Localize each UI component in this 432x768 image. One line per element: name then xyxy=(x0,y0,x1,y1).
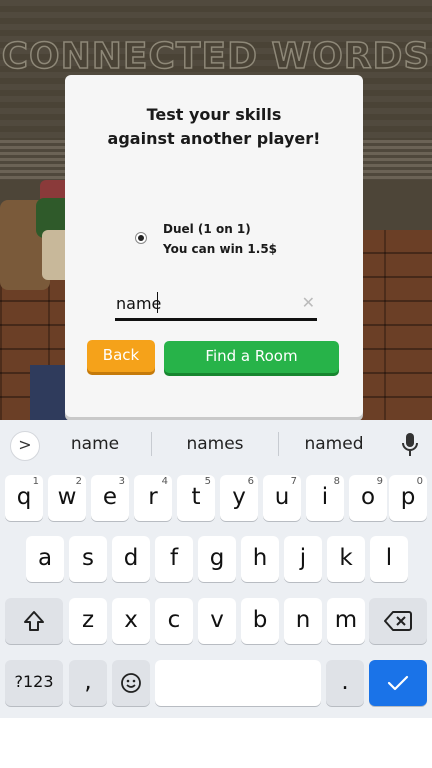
key-q[interactable]: q1 xyxy=(5,475,43,521)
key-v[interactable]: v xyxy=(198,598,236,644)
dialog-title-line-2: against another player! xyxy=(107,129,321,148)
key-q-hint: 1 xyxy=(32,476,39,487)
duel-dialog: Test your skills against another player!… xyxy=(65,75,363,417)
period-key[interactable]: . xyxy=(326,660,364,706)
microphone-icon[interactable] xyxy=(400,432,420,458)
key-e-label: e xyxy=(102,484,118,510)
name-field[interactable]: ✕ xyxy=(115,287,317,321)
suggestion-divider xyxy=(278,432,279,456)
key-r-label: r xyxy=(148,484,158,510)
key-t-hint: 5 xyxy=(204,476,211,487)
chevron-right-icon[interactable]: > xyxy=(10,431,40,461)
key-i[interactable]: i8 xyxy=(306,475,344,521)
emoji-icon xyxy=(121,673,141,693)
key-i-hint: 8 xyxy=(333,476,340,487)
suggestion-divider xyxy=(151,432,152,456)
keyboard: > name names named q1 w2 e3 r4 t5 y6 u7 … xyxy=(0,420,432,718)
checkmark-icon xyxy=(387,675,409,691)
key-q-label: q xyxy=(16,484,32,510)
dialog-title: Test your skills against another player! xyxy=(65,103,363,151)
text-caret xyxy=(157,292,158,313)
back-button[interactable]: Back xyxy=(87,340,155,372)
key-r[interactable]: r4 xyxy=(134,475,172,521)
backspace-icon xyxy=(384,611,412,631)
key-u-label: u xyxy=(274,484,290,510)
comma-key[interactable]: , xyxy=(69,660,107,706)
shift-icon xyxy=(24,611,44,631)
key-x[interactable]: x xyxy=(112,598,150,644)
key-j[interactable]: j xyxy=(284,536,322,582)
key-e[interactable]: e3 xyxy=(91,475,129,521)
name-input[interactable] xyxy=(116,291,296,315)
key-u-hint: 7 xyxy=(290,476,297,487)
suggestion-1[interactable]: name xyxy=(55,433,135,455)
key-l[interactable]: l xyxy=(370,536,408,582)
suggestion-strip: > name names named xyxy=(0,420,432,468)
key-k[interactable]: k xyxy=(327,536,365,582)
key-w-label: w xyxy=(57,484,77,510)
duel-option[interactable]: Duel (1 on 1) You can win 1.5$ xyxy=(135,219,345,259)
key-d[interactable]: d xyxy=(112,536,150,582)
key-y-label: y xyxy=(232,484,246,510)
key-f[interactable]: f xyxy=(155,536,193,582)
key-z[interactable]: z xyxy=(69,598,107,644)
key-g[interactable]: g xyxy=(198,536,236,582)
duel-option-title: Duel (1 on 1) xyxy=(163,222,251,236)
key-y[interactable]: y6 xyxy=(220,475,258,521)
key-o-hint: 9 xyxy=(376,476,383,487)
space-key[interactable] xyxy=(155,660,321,706)
key-c[interactable]: c xyxy=(155,598,193,644)
key-m[interactable]: m xyxy=(327,598,365,644)
key-w-hint: 2 xyxy=(75,476,82,487)
emoji-key[interactable] xyxy=(112,660,150,706)
suggestion-2[interactable]: names xyxy=(170,433,260,455)
key-p-label: p xyxy=(400,484,416,510)
find-room-button[interactable]: Find a Room xyxy=(164,341,339,373)
key-o-label: o xyxy=(360,484,376,510)
key-p-hint: 0 xyxy=(416,476,423,487)
game-title: CONNECTED WORDS xyxy=(1,35,431,78)
key-y-hint: 6 xyxy=(247,476,254,487)
symbols-key[interactable]: ?123 xyxy=(5,660,63,706)
key-s[interactable]: s xyxy=(69,536,107,582)
radio-selected-icon[interactable] xyxy=(135,232,147,244)
key-u[interactable]: u7 xyxy=(263,475,301,521)
character-legs xyxy=(30,365,70,420)
key-r-hint: 4 xyxy=(161,476,168,487)
key-n[interactable]: n xyxy=(284,598,322,644)
key-h[interactable]: h xyxy=(241,536,279,582)
dialog-title-line-1: Test your skills xyxy=(146,105,282,124)
duel-option-label: Duel (1 on 1) You can win 1.5$ xyxy=(163,219,277,259)
key-p[interactable]: p0 xyxy=(389,475,427,521)
backspace-key[interactable] xyxy=(369,598,427,644)
key-a[interactable]: a xyxy=(26,536,64,582)
close-icon[interactable]: ✕ xyxy=(302,293,315,313)
duel-option-prize: You can win 1.5$ xyxy=(163,242,278,256)
key-t[interactable]: t5 xyxy=(177,475,215,521)
key-o[interactable]: o9 xyxy=(349,475,387,521)
key-i-label: i xyxy=(321,484,329,510)
done-key[interactable] xyxy=(369,660,427,706)
key-t-label: t xyxy=(191,484,201,510)
key-e-hint: 3 xyxy=(118,476,125,487)
suggestion-3[interactable]: named xyxy=(294,433,374,455)
shift-key[interactable] xyxy=(5,598,63,644)
key-w[interactable]: w2 xyxy=(48,475,86,521)
character-sprite xyxy=(0,170,76,420)
key-b[interactable]: b xyxy=(241,598,279,644)
